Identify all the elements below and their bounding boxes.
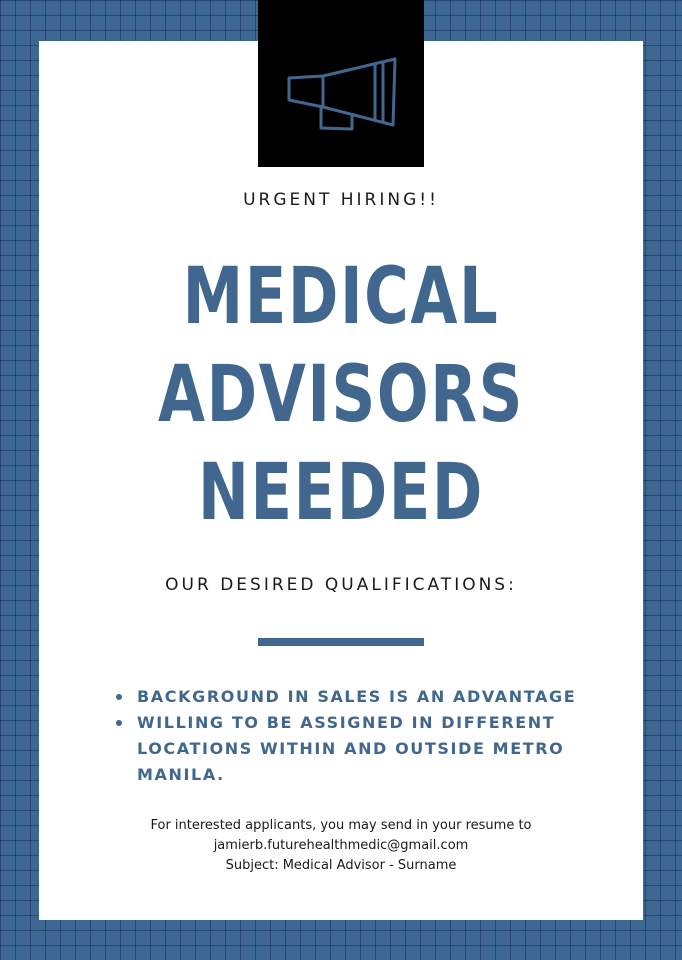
- qualification-text: WILLING TO BE ASSIGNED IN DIFFERENT LOCA…: [137, 713, 565, 784]
- icon-box: [258, 0, 424, 167]
- urgent-hiring-label: URGENT HIRING!!: [243, 190, 439, 210]
- qualification-item: WILLING TO BE ASSIGNED IN DIFFERENT LOCA…: [114, 710, 584, 788]
- qualification-text: BACKGROUND IN SALES IS AN ADVANTAGE: [137, 687, 577, 706]
- megaphone-icon: [287, 57, 397, 131]
- contact-email[interactable]: jamierb.futurehealthmedic@gmail.com: [0, 836, 682, 856]
- bullet-icon: [116, 694, 122, 700]
- divider-rule: [258, 638, 424, 646]
- qualifications-heading: OUR DESIRED QUALIFICATIONS:: [165, 575, 517, 595]
- headline-line-advisors: ADVISORS: [157, 350, 524, 440]
- qualification-item: BACKGROUND IN SALES IS AN ADVANTAGE: [114, 684, 584, 710]
- headline-line-medical: MEDICAL: [182, 252, 500, 342]
- contact-subject: Subject: Medical Advisor - Surname: [225, 858, 457, 873]
- bullet-icon: [116, 720, 122, 726]
- contact-instructions: For interested applicants, you may send …: [150, 818, 532, 833]
- headline: MEDICAL ADVISORS NEEDED: [0, 248, 682, 542]
- contact-info: For interested applicants, you may send …: [0, 816, 682, 876]
- qualifications-list: BACKGROUND IN SALES IS AN ADVANTAGE WILL…: [114, 684, 584, 788]
- headline-line-needed: NEEDED: [198, 448, 484, 538]
